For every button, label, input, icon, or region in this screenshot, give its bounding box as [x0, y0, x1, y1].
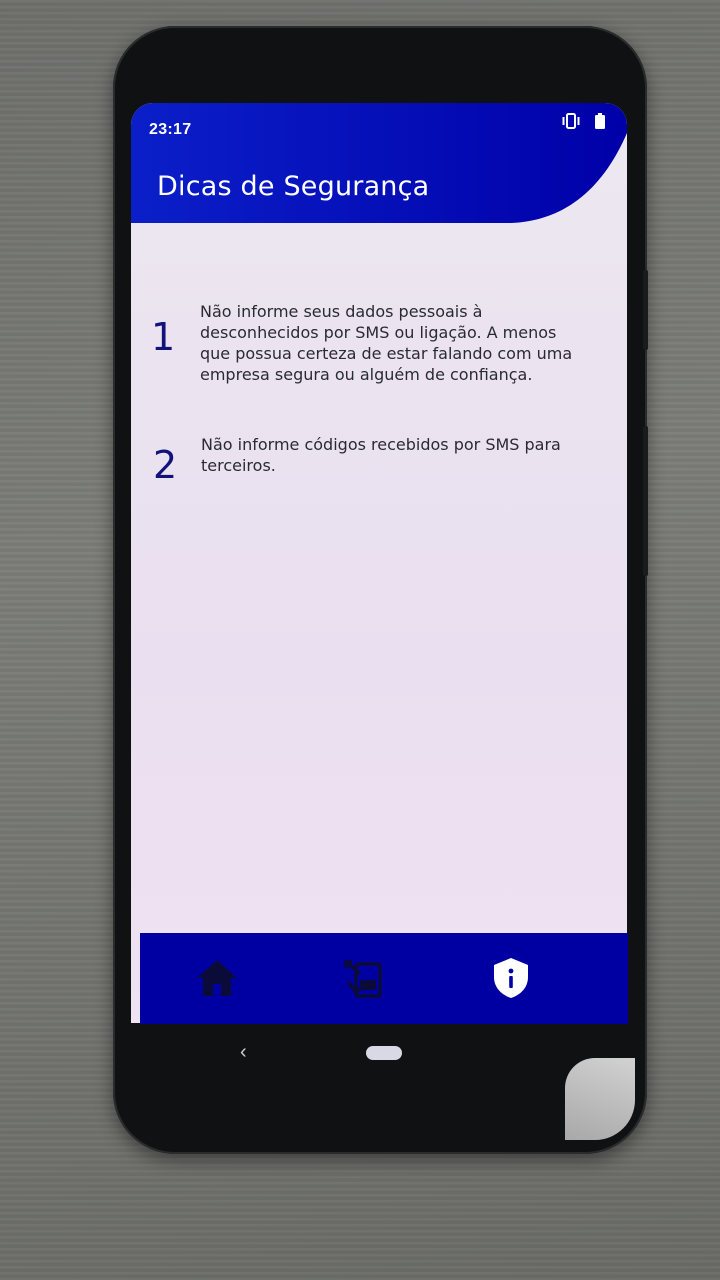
status-icons — [561, 113, 605, 134]
tip-number: 1 — [151, 315, 176, 359]
shield-info-icon — [492, 957, 530, 1004]
tip-text-line: desconhecidos por SMS ou ligação. A meno… — [200, 323, 557, 342]
nav-sms[interactable] — [340, 955, 390, 1005]
page-title: Dicas de Segurança — [157, 171, 430, 202]
status-bar: 23:17 — [131, 103, 627, 143]
volume-button — [643, 426, 648, 576]
system-back-button[interactable]: ‹ — [240, 1041, 247, 1064]
bottom-navigation — [140, 933, 628, 1024]
power-button — [643, 270, 648, 350]
nav-security-tips[interactable] — [486, 955, 536, 1005]
nav-home[interactable] — [192, 955, 242, 1005]
tip-text: Não informe seus dados pessoais à descon… — [200, 301, 580, 385]
app-screen: 23:17 Dicas de Segurança 1 Não informe s… — [131, 103, 627, 1023]
home-icon — [195, 958, 239, 1003]
tip-text-line: empresa segura ou alguém de confiança. — [200, 365, 533, 384]
tip-number: 2 — [153, 443, 178, 487]
tip-text-line: Não informe seus dados pessoais à — [200, 302, 483, 321]
system-home-pill[interactable] — [366, 1046, 402, 1060]
vibrate-icon — [561, 113, 581, 134]
tip-text-line: que possua certeza de estar falando com … — [200, 344, 573, 363]
tip-text-line: terceiros. — [201, 456, 276, 475]
tip-text: Não informe códigos recebidos por SMS pa… — [201, 434, 581, 476]
tip-text-line: Não informe códigos recebidos por SMS pa… — [201, 435, 561, 454]
phone-sms-icon — [342, 958, 388, 1003]
status-time: 23:17 — [149, 121, 192, 138]
battery-icon — [595, 113, 605, 134]
